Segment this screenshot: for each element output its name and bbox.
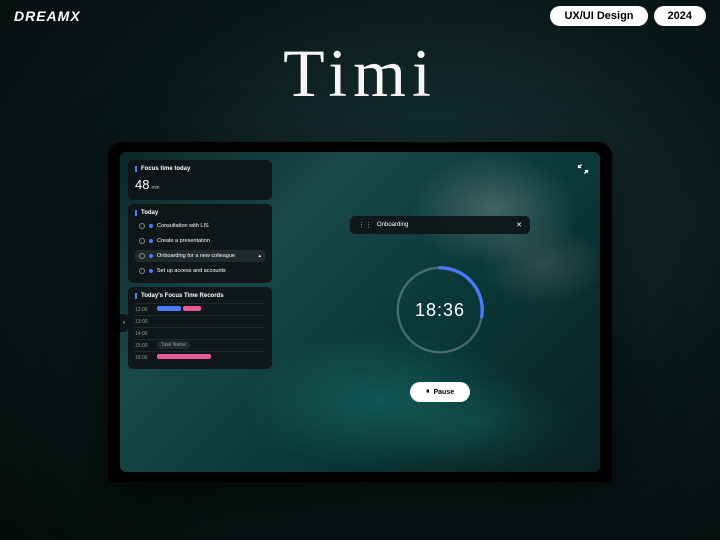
time-row: 15:00 Task Name — [135, 339, 265, 351]
time-row: 14:00 — [135, 327, 265, 339]
header-pills: UX/UI Design 2024 — [550, 6, 706, 26]
status-dot-icon — [149, 239, 153, 243]
app-screen: ‹ Focus time today 48min Today Consultat… — [120, 152, 600, 472]
pause-icon: ⏸ — [426, 388, 430, 396]
task-label: Create a presentation — [157, 238, 261, 244]
product-title: Timi — [0, 34, 720, 113]
sidebar: Focus time today 48min Today Consultatio… — [128, 160, 272, 369]
status-dot-icon — [149, 224, 153, 228]
task-item[interactable]: Create a presentation — [135, 235, 265, 247]
task-label: Consultation with LIS — [157, 223, 261, 229]
pause-label: Pause — [434, 389, 455, 396]
grip-icon: ⋮⋮ — [358, 221, 372, 229]
time-row: 16:00 — [135, 351, 265, 363]
current-task-label: Onboarding — [377, 222, 408, 228]
task-item[interactable]: Set up access and accounts — [135, 265, 265, 277]
focus-records-card: Today's Focus Time Records 12:00 13:00 1… — [128, 287, 272, 369]
pill-year: 2024 — [654, 6, 706, 26]
pause-button[interactable]: ⏸ Pause — [410, 382, 470, 402]
task-tag[interactable]: Task Name — [157, 341, 190, 349]
today-tasks-card: Today Consultation with LIS Create a pre… — [128, 204, 272, 283]
timer-display: 18:36 — [392, 262, 488, 358]
close-icon[interactable]: ✕ — [516, 221, 522, 229]
task-item-selected[interactable]: Onboarding for a new colleague ▴ — [135, 250, 265, 262]
task-item[interactable]: Consultation with LIS — [135, 220, 265, 232]
status-dot-icon — [149, 254, 153, 258]
checkbox-icon[interactable] — [139, 268, 145, 274]
checkbox-icon[interactable] — [139, 223, 145, 229]
task-label: Onboarding for a new colleague — [157, 253, 254, 259]
laptop-mockup: ‹ Focus time today 48min Today Consultat… — [108, 142, 612, 482]
laptop-notch — [328, 142, 392, 150]
records-title: Today's Focus Time Records — [135, 293, 265, 299]
page-header: DREAMX UX/UI Design 2024 — [0, 6, 720, 26]
today-title: Today — [135, 210, 265, 216]
chevron-up-icon[interactable]: ▴ — [258, 253, 261, 259]
chevron-left-icon: ‹ — [123, 320, 125, 326]
focus-segment — [183, 306, 201, 311]
task-label: Set up access and accounts — [157, 268, 261, 274]
time-row: 12:00 — [135, 303, 265, 315]
dreamx-logo: DREAMX — [14, 8, 81, 24]
timer-ring: 18:36 — [392, 262, 488, 358]
pill-category: UX/UI Design — [550, 6, 647, 26]
task-list: Consultation with LIS Create a presentat… — [135, 220, 265, 277]
minimize-icon[interactable] — [576, 162, 590, 176]
sidebar-collapse-button[interactable]: ‹ — [120, 314, 128, 332]
focus-segment — [157, 354, 211, 359]
focus-time-title: Focus time today — [135, 166, 265, 172]
focus-segment — [157, 306, 181, 311]
focus-time-value: 48min — [135, 176, 265, 194]
checkbox-icon[interactable] — [139, 253, 145, 259]
time-row: 13:00 — [135, 315, 265, 327]
checkbox-icon[interactable] — [139, 238, 145, 244]
focus-time-card: Focus time today 48min — [128, 160, 272, 200]
current-task-pill[interactable]: ⋮⋮ Onboarding ✕ — [350, 216, 530, 234]
status-dot-icon — [149, 269, 153, 273]
